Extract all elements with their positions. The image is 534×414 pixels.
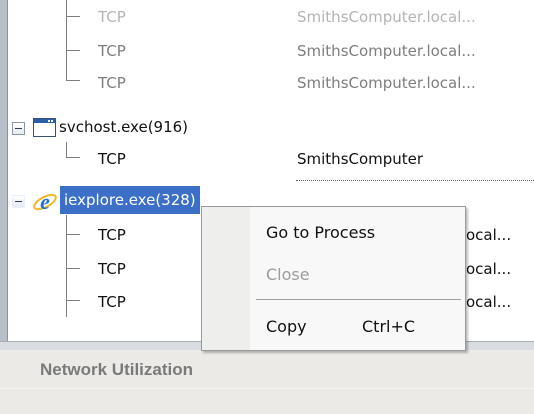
- menu-item-close[interactable]: Close: [266, 265, 310, 285]
- tree-branch: [66, 234, 80, 235]
- collapse-toggle-icon[interactable]: [12, 122, 25, 135]
- tree-branch: [66, 300, 80, 301]
- tree-row[interactable]: TCP SmithsComputer.local...: [0, 0, 534, 34]
- host-label: SmithsComputer.local...: [297, 74, 476, 92]
- menu-separator: [256, 299, 461, 300]
- tree-branch: [66, 16, 80, 17]
- window-app-icon: [33, 118, 56, 137]
- protocol-label: TCP: [98, 226, 126, 244]
- host-label: SmithsComputer: [297, 150, 424, 168]
- panel-title: Network Utilization: [40, 360, 194, 379]
- divider: [0, 388, 534, 389]
- tree-branch: [66, 157, 80, 158]
- process-row-svchost[interactable]: svchost.exe(916): [0, 112, 534, 142]
- context-menu: Go to Process Close Copy Ctrl+C: [201, 206, 466, 351]
- process-name: svchost.exe(916): [59, 118, 189, 136]
- menu-shortcut: Ctrl+C: [362, 317, 416, 336]
- focus-outline: [296, 180, 534, 181]
- tree-branch: [66, 80, 80, 81]
- network-utilization-panel: Network Utilization: [0, 350, 534, 414]
- tree-row[interactable]: TCP SmithsComputer: [0, 142, 534, 176]
- host-label: ocal...: [466, 293, 512, 311]
- tree-branch: [66, 268, 80, 269]
- tree-row[interactable]: TCP SmithsComputer.local...: [0, 66, 534, 100]
- collapse-toggle-icon[interactable]: [12, 195, 25, 208]
- protocol-label: TCP: [98, 293, 126, 311]
- menu-icon-strip: [202, 207, 250, 350]
- host-label: ocal...: [466, 260, 512, 278]
- protocol-label: TCP: [98, 8, 126, 26]
- protocol-label: TCP: [98, 260, 126, 278]
- protocol-label: TCP: [98, 42, 126, 60]
- host-label: ocal...: [466, 226, 512, 244]
- host-label: SmithsComputer.local...: [297, 42, 476, 60]
- protocol-label: TCP: [98, 150, 126, 168]
- tree-branch: [66, 50, 80, 51]
- menu-item-label: Copy: [266, 317, 307, 336]
- menu-item-copy[interactable]: Copy Ctrl+C: [266, 317, 456, 337]
- process-name-selected: iexplore.exe(328): [60, 186, 200, 214]
- tree-row[interactable]: TCP SmithsComputer.local...: [0, 34, 534, 68]
- internet-explorer-icon: e: [33, 189, 57, 213]
- protocol-label: TCP: [98, 74, 126, 92]
- host-label: SmithsComputer.local...: [297, 8, 476, 26]
- svg-text:e: e: [40, 189, 50, 213]
- menu-item-go-to-process[interactable]: Go to Process: [266, 223, 375, 243]
